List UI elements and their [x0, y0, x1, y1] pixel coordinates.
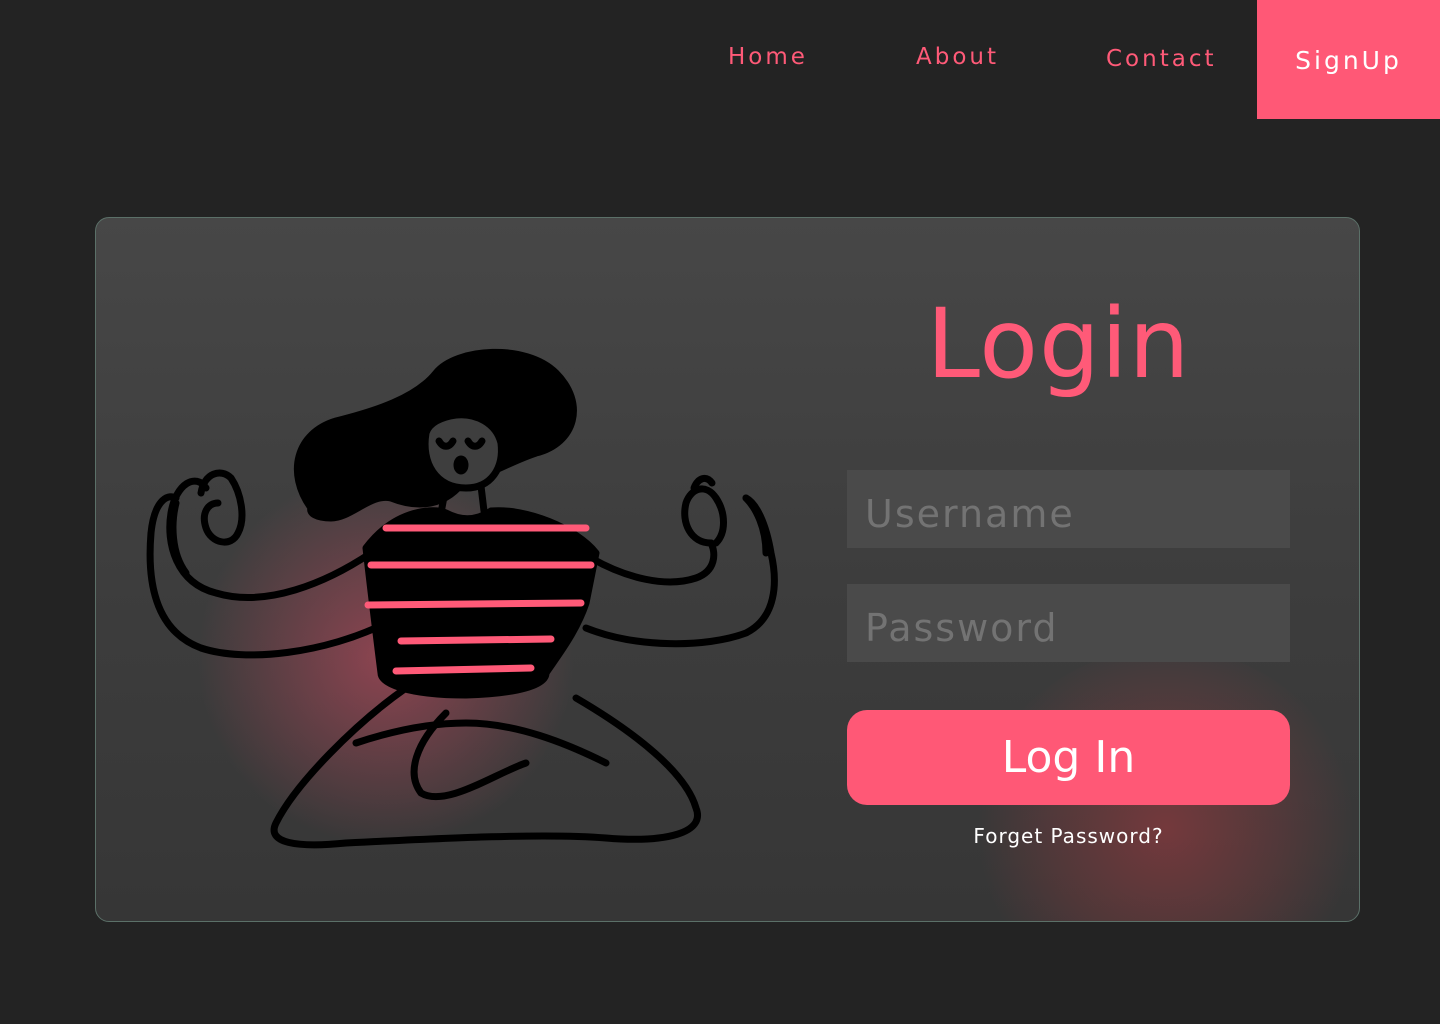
- nav-home-link[interactable]: Home: [728, 44, 808, 70]
- login-title: Login: [926, 288, 1191, 400]
- nav-about-link[interactable]: About: [916, 44, 999, 70]
- log-in-button[interactable]: Log In: [847, 710, 1290, 805]
- signup-button[interactable]: SignUp: [1257, 0, 1440, 119]
- nav-contact-link[interactable]: Contact: [1106, 46, 1216, 72]
- page: Home About Contact SignUp Login Username…: [0, 0, 1440, 1024]
- username-input[interactable]: [847, 470, 1290, 548]
- login-card: Login Log In Forget Password?: [95, 217, 1360, 922]
- meditating-person-illustration: [146, 348, 778, 849]
- forget-password-link[interactable]: Forget Password?: [847, 824, 1290, 848]
- password-input[interactable]: [847, 584, 1290, 662]
